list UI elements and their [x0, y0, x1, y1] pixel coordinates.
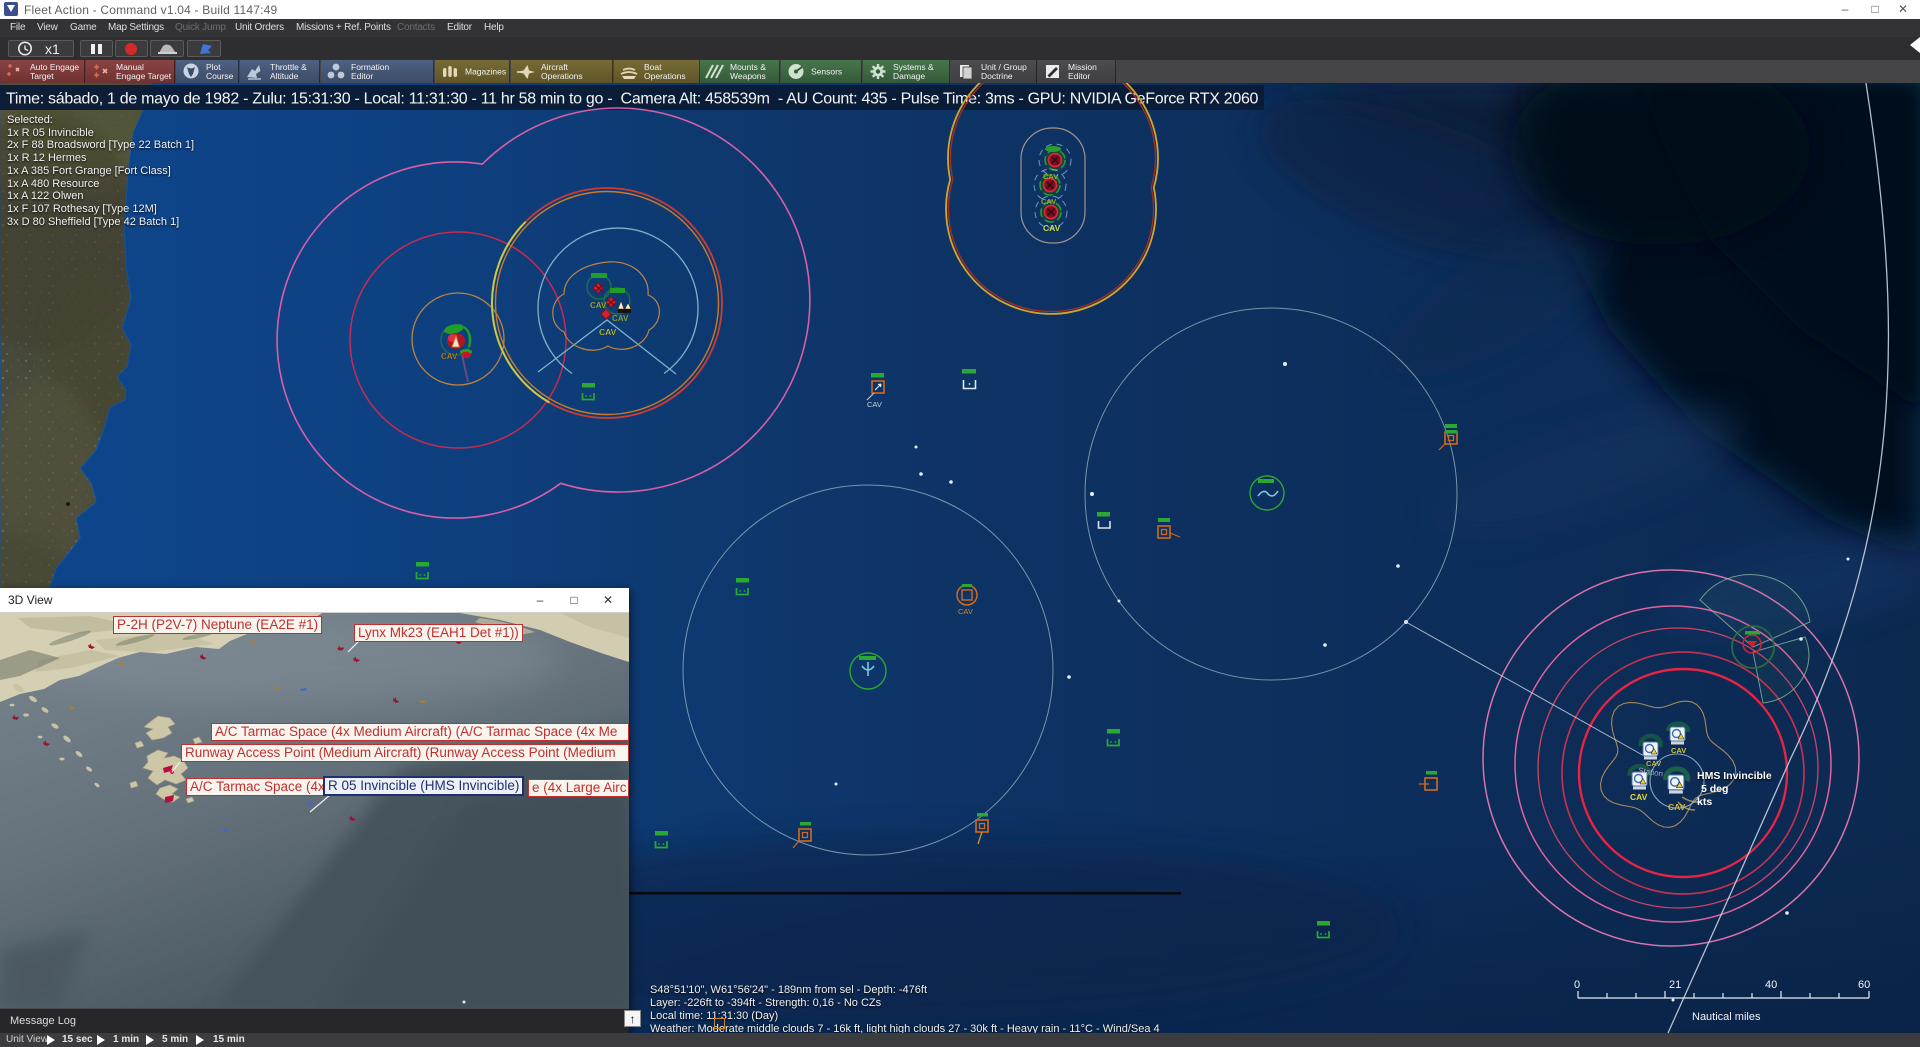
svg-text:CAV: CAV — [1041, 197, 1056, 206]
svg-text:CAV: CAV — [1630, 792, 1648, 802]
svg-text:CAV: CAV — [599, 327, 617, 337]
svg-text:HMS Invincible: HMS Invincible — [1697, 770, 1772, 782]
svg-text:CAV: CAV — [590, 301, 607, 310]
svg-text:CAV: CAV — [1671, 746, 1686, 755]
svg-text:Time: sábado, 1 de mayo de 198: Time: sábado, 1 de mayo de 1982 - Zulu: … — [6, 91, 1259, 108]
svg-text:CAV: CAV — [612, 314, 629, 323]
svg-text:CAV: CAV — [958, 607, 973, 616]
svg-text:CAV: CAV — [441, 352, 458, 361]
svg-text:CAV: CAV — [1043, 172, 1058, 181]
svg-text:CAV: CAV — [1043, 223, 1061, 233]
svg-text:21: 21 — [1669, 979, 1681, 991]
svg-text:kts: kts — [1697, 796, 1712, 808]
svg-text:5 deg: 5 deg — [1701, 783, 1728, 795]
svg-text:60: 60 — [1858, 979, 1870, 991]
svg-text:CAV: CAV — [1668, 802, 1686, 812]
svg-text:CAV: CAV — [867, 400, 882, 409]
svg-text:0: 0 — [1574, 979, 1580, 991]
svg-text:Nautical miles: Nautical miles — [1692, 1011, 1761, 1023]
svg-text:40: 40 — [1765, 979, 1777, 991]
